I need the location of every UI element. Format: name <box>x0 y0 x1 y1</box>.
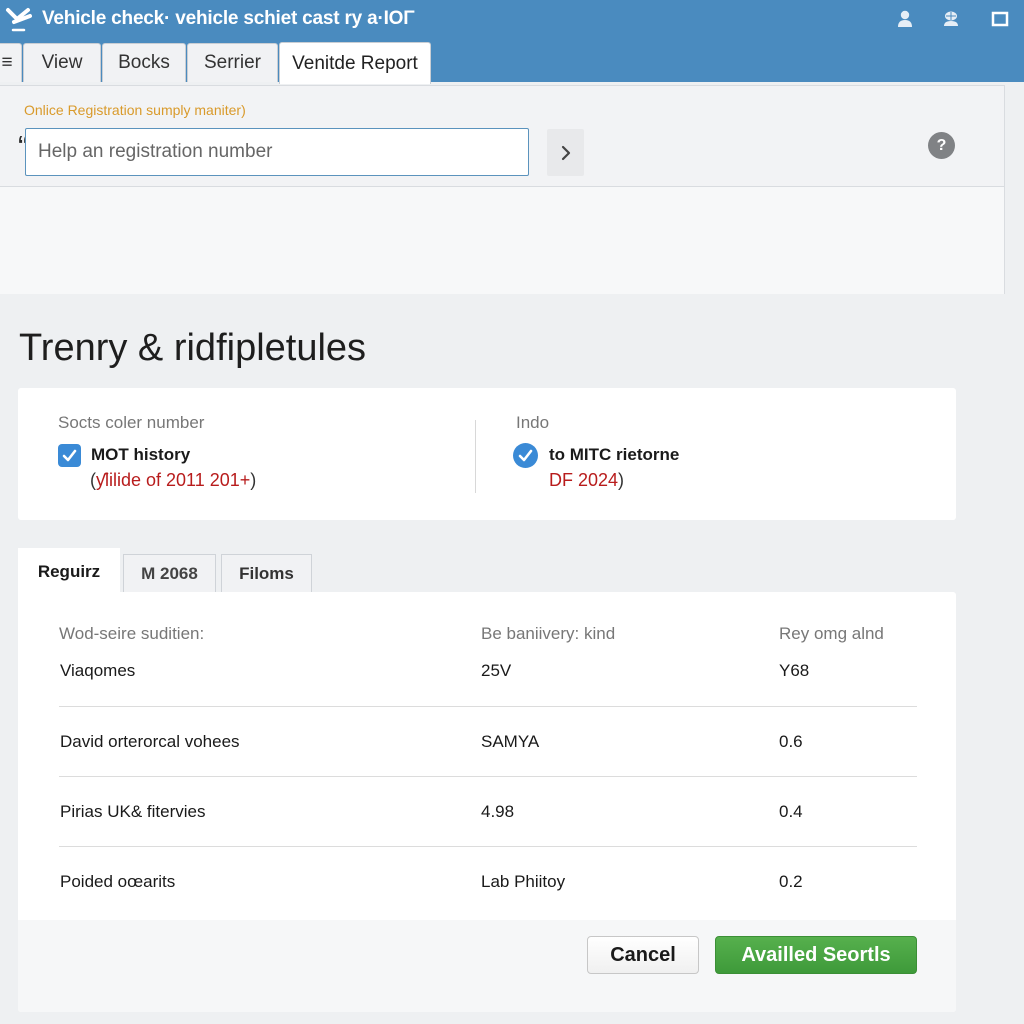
table-cell: 25V <box>481 661 512 680</box>
table-cell: SAMYA <box>481 732 540 751</box>
registration-number-input[interactable] <box>25 128 529 176</box>
range-close-paren: ) <box>250 470 257 490</box>
primary-action-button[interactable]: Availled Seortls <box>715 936 917 974</box>
checkmark-icon <box>62 449 77 462</box>
column-header: Be baniivery: kind <box>481 624 616 643</box>
table-cell: Y68 <box>779 661 810 680</box>
app-title: Vehicle check· vehicle schiet cast ry a·… <box>42 8 415 29</box>
subtab-filoms[interactable]: Filoms <box>221 554 312 592</box>
table-cell: Viaqomes <box>60 661 136 680</box>
tab-vehicle-report[interactable]: Venitde Report <box>279 42 431 84</box>
right-option-label: Indo <box>516 413 550 432</box>
date-value: DF 2024 <box>549 470 619 490</box>
report-options-card: Socts coler number MOT history (ƴlilide … <box>18 388 956 520</box>
subtab-m2068[interactable]: M 2068 <box>123 554 216 592</box>
panel-subtitle: Onlice Registration sumply maniter) <box>24 102 246 118</box>
globe-icon[interactable] <box>941 9 961 29</box>
range-value: ƴlilide of 2011 201+ <box>96 470 251 490</box>
question-icon[interactable]: ? <box>928 132 955 159</box>
mitc-returns-label: to MITC rietorne <box>549 445 680 464</box>
section-title: Trenry & ridfipletules <box>19 327 367 369</box>
window-icon[interactable] <box>990 9 1010 29</box>
row-divider <box>59 706 917 707</box>
table-cell: David orterorcal vohees <box>60 732 240 751</box>
row-divider <box>59 846 917 847</box>
table-cell: 0.4 <box>779 802 803 821</box>
mitc-returns-check[interactable] <box>513 443 538 468</box>
column-header: Rey omg alnd <box>779 624 884 643</box>
search-row <box>0 187 1004 294</box>
cancel-button[interactable]: Cancel <box>587 936 699 974</box>
tab-serrier[interactable]: Serrier <box>187 43 278 82</box>
checkmark-icon <box>518 449 533 462</box>
tab-menu[interactable]: ≡ <box>0 43 22 82</box>
tab-view[interactable]: View <box>23 43 101 82</box>
title-bar: Vehicle check· vehicle schiet cast ry a·… <box>0 0 1024 84</box>
question-glyph: ? <box>936 136 947 154</box>
table-cell: Poided oœarits <box>60 872 176 891</box>
car-plane-logo-icon <box>6 8 32 32</box>
date-close-paren: ) <box>618 470 625 490</box>
table-cell: 4.98 <box>481 802 515 821</box>
table-cell: 0.6 <box>779 732 803 751</box>
left-option-label: Socts coler number <box>58 413 205 432</box>
mot-history-range: (ƴlilide of 2011 201+) <box>90 470 256 491</box>
options-divider <box>475 420 476 493</box>
mitc-returns-date: DF 2024) <box>549 470 624 491</box>
table-cell: 0.2 <box>779 872 803 891</box>
column-header: Wod-seire suditien: <box>59 624 205 643</box>
table-cell: Pirias UK& fitervies <box>60 802 206 821</box>
user-icon[interactable] <box>895 9 915 29</box>
tab-bocks[interactable]: Bocks <box>102 43 186 82</box>
table-cell: Lab Phiitoy <box>481 872 566 891</box>
chevron-right-icon <box>561 145 570 160</box>
subtab-reguirz[interactable]: Reguirz <box>18 548 120 594</box>
mot-history-checkbox[interactable] <box>58 444 81 467</box>
row-divider <box>59 776 917 777</box>
search-submit-button[interactable] <box>547 129 584 176</box>
registration-search-panel: Onlice Registration sumply maniter) “Tka… <box>0 85 1005 294</box>
mot-history-label: MOT history <box>91 445 191 464</box>
